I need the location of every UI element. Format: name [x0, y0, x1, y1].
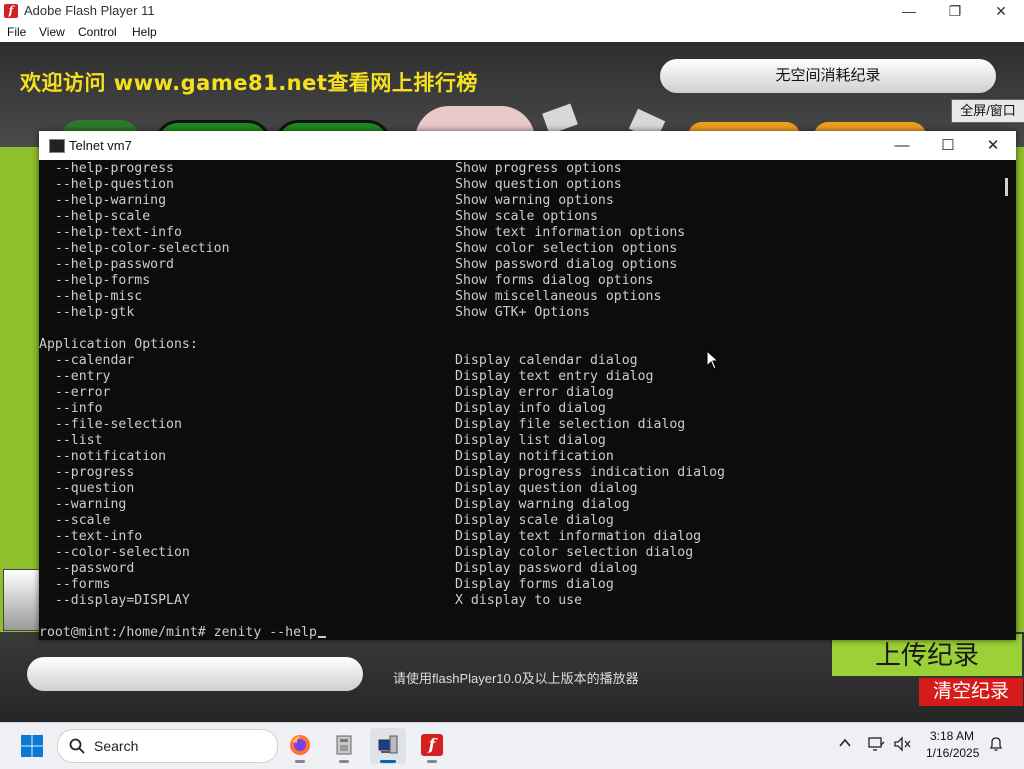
terminal-line: --question Display question dialog	[39, 481, 638, 496]
panel-title: 无空间消耗纪录	[660, 59, 996, 93]
name-input-pill[interactable]	[27, 657, 363, 691]
flash-close-button[interactable]: ✕	[978, 0, 1024, 22]
flash-player-icon: f	[421, 734, 443, 756]
terminal-line: --error Display error dialog	[39, 385, 614, 400]
clear-record-button[interactable]: 清空纪录	[919, 678, 1023, 706]
running-indicator	[427, 760, 437, 763]
taskbar-app-file-manager[interactable]	[326, 728, 362, 764]
terminal-line: --help-scale Show scale options	[39, 209, 598, 224]
promo-banner[interactable]: 欢迎访问 www.game81.net查看网上排行榜	[20, 67, 478, 97]
mouse-pointer-icon	[706, 350, 720, 370]
network-icon[interactable]	[867, 736, 885, 752]
terminal-line: --help-misc Show miscellaneous options	[39, 289, 662, 304]
telnet-window: Telnet vm7 — ☐ ✕ --help-progress Show pro…	[39, 131, 1016, 640]
windows-start-icon[interactable]	[20, 734, 44, 758]
terminal-line: --password Display password dialog	[39, 561, 638, 576]
fullscreen-toggle-button[interactable]: 全屏/窗口	[951, 99, 1024, 123]
speaker-muted-icon[interactable]	[893, 736, 911, 752]
menu-help[interactable]: Help	[132, 25, 157, 39]
menu-file[interactable]: File	[7, 25, 26, 39]
flash-window-title: Adobe Flash Player 11	[24, 3, 155, 18]
flash-app-icon: f	[4, 4, 18, 18]
terminal-output[interactable]: --help-progress Show progress options --h…	[39, 160, 999, 640]
terminal-line: --help-color-selection Show color selecti…	[39, 241, 678, 256]
notification-bell-icon[interactable]	[988, 736, 1004, 752]
terminal-line: --calendar Display calendar dialog	[39, 353, 638, 368]
telnet-title-bar: Telnet vm7 — ☐ ✕	[39, 131, 1016, 160]
flash-menu-bar: File View Control Help	[0, 22, 1024, 42]
terminal-line: --text-info Display text information dial…	[39, 529, 702, 544]
telnet-app-icon	[49, 139, 65, 153]
terminal-line: --help-gtk Show GTK+ Options	[39, 305, 590, 320]
terminal-line: --info Display info dialog	[39, 401, 606, 416]
terminal-line: --file-selection Display file selection d…	[39, 417, 686, 432]
search-label: Search	[94, 738, 139, 754]
terminal-line: --notification Display notification	[39, 449, 614, 464]
taskbar-app-firefox[interactable]	[282, 728, 318, 764]
terminal-line: --scale Display scale dialog	[39, 513, 614, 528]
telnet-close-button[interactable]: ✕	[970, 131, 1016, 160]
game-footer: 请使用flashPlayer10.0及以上版本的播放器 上传纪录 清空纪录	[0, 632, 1024, 722]
terminal-line: --help-forms Show forms dialog options	[39, 273, 654, 288]
running-indicator	[339, 760, 349, 763]
terminal-scrollbar[interactable]	[999, 160, 1016, 640]
search-icon	[69, 738, 85, 754]
flash-minimize-button[interactable]: —	[886, 0, 932, 22]
terminal-line: --list Display list dialog	[39, 433, 606, 448]
file-manager-icon	[336, 735, 352, 755]
telnet-window-title: Telnet vm7	[69, 138, 132, 153]
menu-view[interactable]: View	[39, 25, 65, 39]
terminal-line: --display=DISPLAY X display to use	[39, 593, 583, 608]
telnet-maximize-button[interactable]: ☐	[925, 131, 971, 160]
menu-control[interactable]: Control	[78, 25, 117, 39]
terminal-line: --forms Display forms dialog	[39, 577, 614, 592]
terminal-prompt[interactable]: root@mint:/home/mint# zenity --help	[39, 625, 999, 640]
clock-date[interactable]: 1/16/2025	[926, 746, 979, 760]
taskbar-app-telnet[interactable]	[370, 728, 406, 764]
firefox-icon	[290, 735, 310, 755]
terminal-line: --help-warning Show warning options	[39, 193, 614, 208]
terminal-line: --color-selection Display color selection…	[39, 545, 694, 560]
terminal-line: --help-text-info Show text information op…	[39, 225, 686, 240]
flash-version-notice: 请使用flashPlayer10.0及以上版本的播放器	[393, 671, 639, 686]
taskbar-app-flash-player[interactable]: f	[414, 728, 450, 764]
game-side-panel	[3, 569, 41, 631]
telnet-minimize-button[interactable]: —	[879, 131, 925, 160]
terminal-scrollbar-thumb[interactable]	[1005, 178, 1008, 196]
terminal-line: --help-password Show password dialog opti…	[39, 257, 678, 272]
terminal-section-heading: Application Options:	[39, 337, 198, 352]
text-cursor	[317, 636, 326, 638]
flash-title-bar: f Adobe Flash Player 11 — ❐ ✕	[0, 0, 1024, 22]
telnet-icon	[378, 735, 398, 754]
terminal-line: --progress Display progress indication di…	[39, 465, 725, 480]
terminal-line: --warning Display warning dialog	[39, 497, 630, 512]
running-indicator	[295, 760, 305, 763]
terminal-line: --entry Display text entry dialog	[39, 369, 654, 384]
taskbar-search-box[interactable]: Search	[57, 729, 278, 763]
flash-restore-button[interactable]: ❐	[932, 0, 978, 22]
chevron-up-icon[interactable]	[838, 736, 852, 750]
clock-time[interactable]: 3:18 AM	[930, 729, 974, 743]
terminal-line: --help-question Show question options	[39, 177, 622, 192]
active-indicator	[380, 760, 396, 763]
taskbar: Search f 3:18 AM 1/16/2025	[0, 722, 1024, 769]
terminal-line: --help-progress Show progress options	[39, 161, 622, 176]
